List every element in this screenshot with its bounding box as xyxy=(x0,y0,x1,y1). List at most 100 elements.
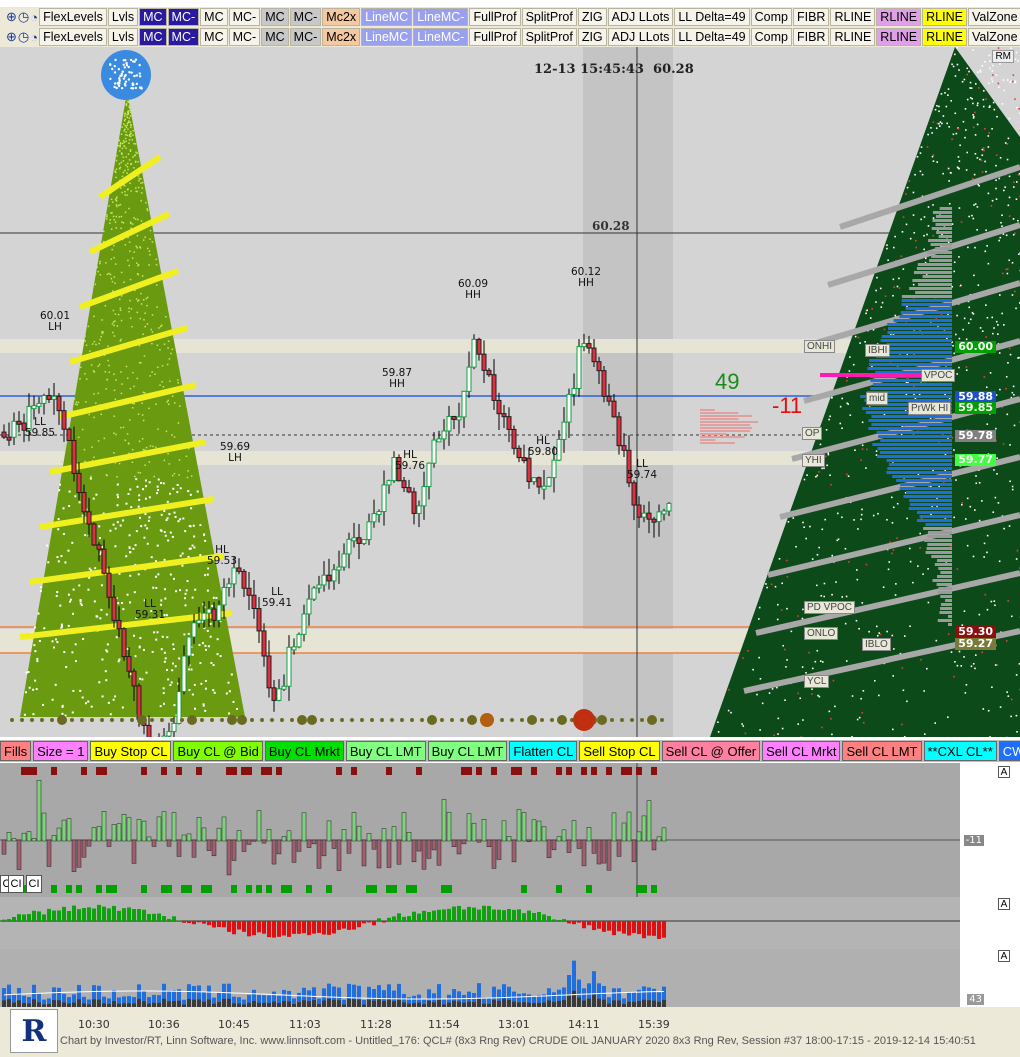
tree-sparkle xyxy=(61,460,63,463)
toolbar-button-rline[interactable]: RLINE xyxy=(876,28,922,46)
toolbar-button-ll-delta-49[interactable]: LL Delta=49 xyxy=(674,8,750,26)
order-button-cxl-cl[interactable]: **CXL CL** xyxy=(923,741,997,761)
panel-a-button[interactable]: A xyxy=(998,950,1010,962)
tree-sparkle xyxy=(196,490,199,493)
order-button-buy-stop-cl[interactable]: Buy Stop CL xyxy=(90,741,172,761)
toolbar-button-ll-delta-49[interactable]: LL Delta=49 xyxy=(674,28,750,46)
order-button-buy-cl-bid[interactable]: Buy CL @ Bid xyxy=(173,741,263,761)
toolbar-button-comp[interactable]: Comp xyxy=(750,8,792,26)
tree-snow xyxy=(1005,234,1008,237)
tree-snow xyxy=(888,561,891,563)
tree-sparkle xyxy=(99,273,102,276)
tree-sparkle xyxy=(113,219,116,221)
panel-a-button[interactable]: A xyxy=(998,898,1010,910)
toolbar-button-rline[interactable]: RLINE xyxy=(922,8,967,26)
toolbar-button-mc[interactable]: MC xyxy=(261,8,289,26)
toolbar-button-mc[interactable]: MC xyxy=(261,28,289,46)
price-chart[interactable]: 12-13 15:45:43 60.28 60.28 RM 49 -11 60.… xyxy=(0,47,1020,737)
toolbar-button-zig[interactable]: ZIG xyxy=(577,8,607,26)
toolbar-button-fibr[interactable]: FIBR xyxy=(792,8,830,26)
order-button-sell-cl-lmt[interactable]: Sell CL LMT xyxy=(842,741,922,761)
toolbar-button-mc-[interactable]: MC- xyxy=(228,8,261,26)
toolbar-button-flexlevels[interactable]: FlexLevels xyxy=(39,8,107,26)
cum-delta-bar xyxy=(587,921,591,926)
toolbar-button-mc-[interactable]: MC- xyxy=(167,28,200,46)
panel-a-button[interactable]: A xyxy=(998,766,1010,778)
cum-delta-bar xyxy=(282,921,286,936)
order-button-fills[interactable]: Fills xyxy=(0,741,32,761)
toolbar-button-rline[interactable]: RLINE xyxy=(830,28,876,46)
toolbar-button-linemc-[interactable]: LineMC- xyxy=(413,28,469,46)
delta-bar xyxy=(586,827,592,842)
clock-icon[interactable]: ◷ xyxy=(18,29,29,46)
toolbar-button-mc-[interactable]: MC- xyxy=(167,8,200,26)
delta-bar xyxy=(611,812,617,842)
toolbar-button-fullprof[interactable]: FullProf xyxy=(469,8,521,26)
toolbar-button-mc2x[interactable]: Mc2x xyxy=(322,28,361,46)
toolbar-button-mc2x[interactable]: Mc2x xyxy=(322,8,361,26)
zoom-icon[interactable]: ⊕ xyxy=(6,29,17,46)
order-button-buy-cl-lmt[interactable]: Buy CL LMT xyxy=(427,741,508,761)
tick-dot xyxy=(620,718,624,722)
profile-bar xyxy=(940,607,952,610)
toolbar-button-mc[interactable]: MC xyxy=(139,8,167,26)
toolbar-button-splitprof[interactable]: SplitProf xyxy=(521,28,577,46)
ci-button-2[interactable]: CI xyxy=(8,875,24,893)
tree-sparkle xyxy=(99,262,101,265)
toolbar-button-comp[interactable]: Comp xyxy=(750,28,792,46)
tree-snow xyxy=(947,88,950,90)
toolbar-button-mc[interactable]: MC xyxy=(200,28,228,46)
order-button-size-1[interactable]: Size = 1 xyxy=(33,741,89,761)
toolbar-button-splitprof[interactable]: SplitProf xyxy=(521,8,577,26)
tree-snow xyxy=(1001,214,1003,217)
tree-sparkle xyxy=(181,564,184,567)
toolbar-button-linemc[interactable]: LineMC xyxy=(361,8,413,26)
tree-snow xyxy=(761,702,764,705)
stopwatch-icon[interactable]: ◔ xyxy=(30,9,38,26)
stopwatch-icon[interactable]: ◔ xyxy=(30,29,38,46)
order-button-sell-cl-mrkt[interactable]: Sell CL Mrkt xyxy=(762,741,841,761)
tree-snow xyxy=(861,508,863,511)
zoom-icon[interactable]: ⊕ xyxy=(6,9,17,26)
order-button-buy-cl-mrkt[interactable]: Buy CL Mrkt xyxy=(264,741,344,761)
delta-bar xyxy=(606,839,612,871)
toolbar-button-lvls[interactable]: Lvls xyxy=(107,8,139,26)
toolbar-button-adj-llots[interactable]: ADJ LLots xyxy=(607,8,674,26)
toolbar-button-linemc[interactable]: LineMC xyxy=(361,28,413,46)
delta-marker-bottom xyxy=(306,885,312,893)
toolbar-button-flexlevels[interactable]: FlexLevels xyxy=(39,28,107,46)
ci-button-3[interactable]: CI xyxy=(26,875,42,893)
order-button-sell-cl-offer[interactable]: Sell CL @ Offer xyxy=(661,741,761,761)
time-tick: 10:30 xyxy=(78,1018,110,1031)
order-button-flatten-cl[interactable]: Flatten CL xyxy=(509,741,578,761)
toolbar-button-mc-[interactable]: MC- xyxy=(289,8,322,26)
tree-sparkle xyxy=(191,544,194,547)
tree-snow xyxy=(871,307,874,310)
order-button-cwap[interactable]: CWAP xyxy=(998,741,1020,761)
toolbar-button-rline[interactable]: RLINE xyxy=(830,8,876,26)
toolbar-button-mc[interactable]: MC xyxy=(200,8,228,26)
rm-button[interactable]: RM xyxy=(992,50,1014,63)
toolbar-button-valzone[interactable]: ValZone xyxy=(967,28,1020,46)
toolbar-button-mc-[interactable]: MC- xyxy=(289,28,322,46)
toolbar-button-zig[interactable]: ZIG xyxy=(577,28,607,46)
order-button-buy-cl-lmt[interactable]: Buy CL LMT xyxy=(345,741,426,761)
level-tag-onlo: ONLO xyxy=(804,627,839,640)
toolbar-button-adj-llots[interactable]: ADJ LLots xyxy=(607,28,674,46)
toolbar-button-rline[interactable]: RLINE xyxy=(876,8,922,26)
toolbar-button-valzone[interactable]: ValZone xyxy=(967,8,1020,26)
clock-icon[interactable]: ◷ xyxy=(18,9,29,26)
tree-sparkle xyxy=(113,324,115,327)
toolbar-button-fullprof[interactable]: FullProf xyxy=(469,28,521,46)
toolbar-button-linemc-[interactable]: LineMC- xyxy=(413,8,469,26)
tree-snow xyxy=(952,133,955,136)
toolbar-button-mc-[interactable]: MC- xyxy=(228,28,261,46)
toolbar-button-fibr[interactable]: FIBR xyxy=(792,28,830,46)
tree-sparkle xyxy=(190,507,193,510)
order-button-sell-stop-cl[interactable]: Sell Stop CL xyxy=(579,741,660,761)
tree-sparkle xyxy=(134,544,137,547)
toolbar-button-mc[interactable]: MC xyxy=(139,28,167,46)
toolbar-button-lvls[interactable]: Lvls xyxy=(107,28,139,46)
cum-delta-bar xyxy=(627,921,631,936)
toolbar-button-rline[interactable]: RLINE xyxy=(922,28,967,46)
